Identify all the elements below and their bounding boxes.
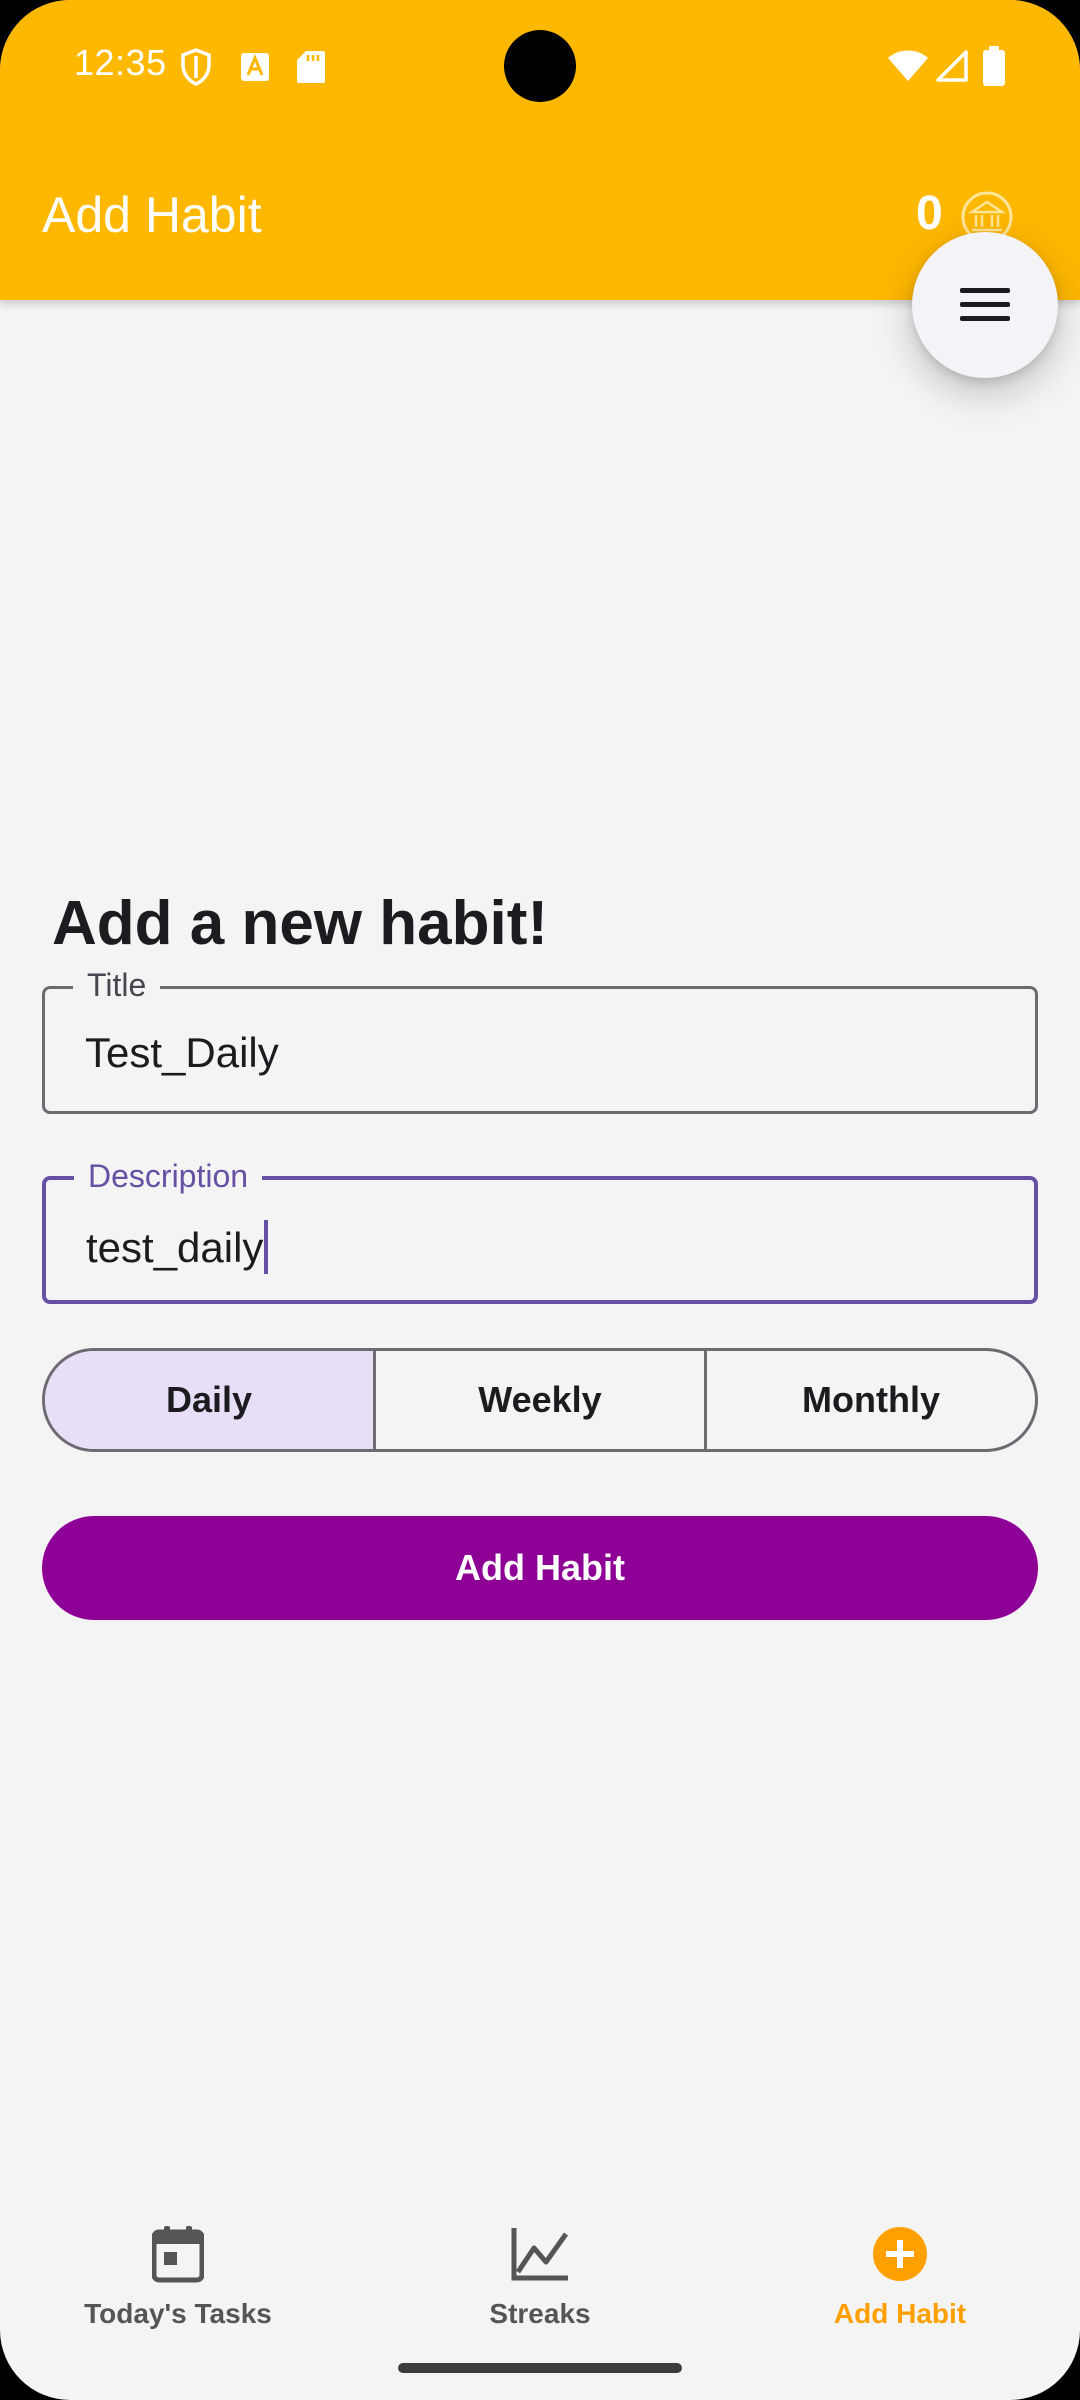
battery-icon <box>983 46 1005 86</box>
camera-cutout <box>504 30 576 102</box>
nav-label-add-habit: Add Habit <box>833 2298 967 2329</box>
app-screen: 12:35 Add Habit 0 Add a new habit! Title… <box>0 0 1080 2400</box>
frequency-selector: Daily Weekly Monthly <box>42 1348 1038 1452</box>
nav-label-streaks: Streaks <box>489 2298 591 2329</box>
nav-item-add-habit[interactable]: Add Habit <box>760 2196 1040 2346</box>
form-heading: Add a new habit! <box>52 889 548 958</box>
coin-count: 0 <box>916 187 943 240</box>
frequency-option-monthly[interactable]: Monthly <box>704 1351 1035 1449</box>
menu-button[interactable] <box>912 232 1058 378</box>
app-bar-title: Add Habit <box>42 187 262 243</box>
add-habit-button[interactable]: Add Habit <box>42 1516 1038 1620</box>
status-bar: 12:35 <box>0 0 1080 130</box>
nav-item-streaks[interactable]: Streaks <box>400 2196 680 2346</box>
title-field-value: Test_Daily <box>85 1029 279 1076</box>
sd-card-icon <box>297 51 325 83</box>
description-field-label: Description <box>74 1154 263 1198</box>
chart-line-icon <box>511 2228 569 2281</box>
add-circle-icon <box>873 2227 927 2281</box>
status-time: 12:35 <box>74 42 167 83</box>
home-indicator[interactable] <box>398 2363 682 2373</box>
description-field-value: test_daily <box>86 1224 264 1271</box>
frequency-option-weekly[interactable]: Weekly <box>373 1351 704 1449</box>
frequency-option-daily[interactable]: Daily <box>45 1351 373 1449</box>
nav-label-todays-tasks: Today's Tasks <box>84 2298 272 2329</box>
signal-icon <box>936 50 968 82</box>
a-icon <box>241 53 269 81</box>
shield-icon <box>181 48 211 86</box>
app-bar: 12:35 Add Habit 0 <box>0 0 1080 300</box>
wifi-icon <box>888 50 928 81</box>
description-field[interactable]: Description test_daily <box>42 1154 1038 1304</box>
nav-item-todays-tasks[interactable]: Today's Tasks <box>38 2196 318 2346</box>
menu-icon <box>960 288 1010 321</box>
calendar-icon <box>152 2226 204 2283</box>
text-cursor <box>264 1220 269 1274</box>
title-field[interactable]: Title Test_Daily <box>42 963 1038 1114</box>
title-field-label: Title <box>73 963 161 1007</box>
description-field-value-wrap: test_daily <box>86 1220 269 1274</box>
